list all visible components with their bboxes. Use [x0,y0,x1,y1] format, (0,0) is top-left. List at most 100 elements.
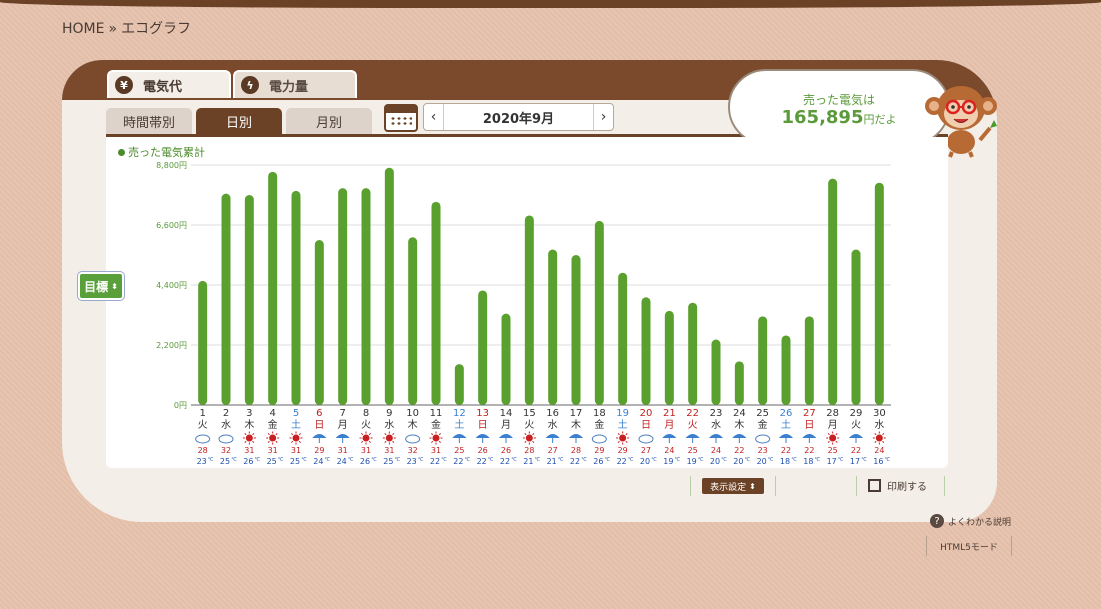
x-tick-weekday: 水 [221,419,231,431]
temp-high-label: 22 [781,446,791,455]
y-tick-label: 2,200円 [156,341,187,350]
chart-bar [571,255,581,405]
temp-high-label: 28 [198,446,208,455]
temp-low-label: 20 [757,457,767,466]
divider [690,476,691,496]
updown-icon: ⬍ [111,281,118,291]
sun-ray [392,440,395,443]
tab-electricity-cost[interactable]: ¥ 電気代 [107,70,231,98]
temp-unit-label: ℃ [535,457,541,463]
sun-ray [835,433,838,436]
temp-low-label: 21 [547,457,557,466]
sun-icon [362,434,370,442]
sun-ray [244,440,247,443]
temp-low-label: 25 [383,457,393,466]
temp-high-label: 29 [594,446,604,455]
chart-bar [454,364,464,405]
temp-unit-label: ℃ [511,457,517,463]
help-link[interactable]: ? よくわかる説明 [930,514,1011,528]
sun-ray [275,433,278,436]
html5-mode-button[interactable]: HTML5モード [926,536,1012,556]
breadcrumb: HOME» エコグラフ [62,18,191,38]
x-tick-day: 11 [430,408,443,419]
display-settings-button[interactable]: 表示設定 ⬍ [702,478,764,494]
tab-electricity-cost-label: 電気代 [143,79,183,95]
temp-high-label: 31 [431,446,441,455]
temp-high-label: 27 [548,446,558,455]
x-tick-weekday: 月 [828,419,838,431]
month-navigator: ‹ 2020年9月 › [423,103,614,131]
tab-monthly[interactable]: 月別 [286,108,372,134]
temp-low-label: 17 [850,457,860,466]
sun-ray [882,433,885,436]
display-settings-label: 表示設定 [710,482,747,493]
temp-low-label: 23 [407,457,417,466]
x-tick-weekday: 月 [501,419,511,431]
chart-bar [314,240,324,405]
chart-bar [384,167,394,405]
chart-bar [221,193,231,405]
temp-unit-label: ℃ [441,457,447,463]
temp-high-label: 31 [291,446,301,455]
tab-daily[interactable]: 日別 [196,108,282,134]
x-tick-day: 19 [616,408,629,419]
temp-unit-label: ℃ [371,457,377,463]
temp-low-label: 19 [663,457,673,466]
question-icon: ? [930,514,944,528]
temp-unit-label: ℃ [418,457,424,463]
temp-low-label: 18 [780,457,790,466]
temp-low-label: 16 [873,457,883,466]
sun-ray [524,440,527,443]
x-tick-weekday: 日 [478,420,488,431]
print-label: 印刷する [887,482,927,493]
chart-bar [198,280,208,405]
chart-bar [711,339,721,405]
sun-ray [291,440,294,443]
x-tick-weekday: 金 [594,418,604,431]
temp-high-label: 26 [478,446,488,455]
sun-ray [368,440,371,443]
x-tick-weekday: 土 [618,418,628,431]
x-tick-weekday: 木 [734,419,744,431]
temp-high-label: 31 [361,446,371,455]
temp-low-label: 22 [570,457,580,466]
temp-unit-label: ℃ [605,457,611,463]
sun-icon [245,434,253,442]
x-tick-weekday: 金 [758,418,768,431]
x-tick-day: 18 [593,408,606,419]
next-month-button[interactable]: › [593,104,613,130]
temp-low-label: 20 [640,457,650,466]
tab-electricity-amount-label: 電力量 [269,79,309,95]
breadcrumb-home-link[interactable]: HOME [62,21,104,37]
sun-ray [267,433,270,436]
current-month-label: 2020年9月 [482,111,555,127]
sun-ray [267,440,270,443]
calendar-icon[interactable] [384,104,418,132]
chart-bar [361,188,371,405]
x-tick-weekday: 水 [711,419,721,431]
tab-electricity-amount[interactable]: ϟ 電力量 [233,70,357,98]
target-button[interactable]: 目標 ⬍ [78,272,124,300]
y-tick-label: 6,600円 [156,221,187,230]
x-tick-weekday: 土 [291,418,301,431]
sun-ray [361,433,364,436]
chart-bar [548,249,558,405]
tab-hourly[interactable]: 時間帯別 [106,108,192,134]
sun-icon [292,434,300,442]
temp-unit-label: ℃ [278,457,284,463]
sun-ray [617,440,620,443]
sun-ray [384,433,387,436]
sun-ray [431,433,434,436]
sun-ray [384,440,387,443]
chart-bar [758,316,768,405]
temp-unit-label: ℃ [838,457,844,463]
sun-ray [298,433,301,436]
prev-month-button[interactable]: ‹ [424,104,444,130]
temp-low-label: 22 [500,457,510,466]
temp-low-label: 25 [290,457,300,466]
temp-high-label: 25 [688,446,698,455]
print-button[interactable]: 印刷する [868,478,927,493]
updown-icon: ⬍ [749,481,756,491]
sun-ray [392,433,395,436]
temp-high-label: 32 [221,446,231,455]
